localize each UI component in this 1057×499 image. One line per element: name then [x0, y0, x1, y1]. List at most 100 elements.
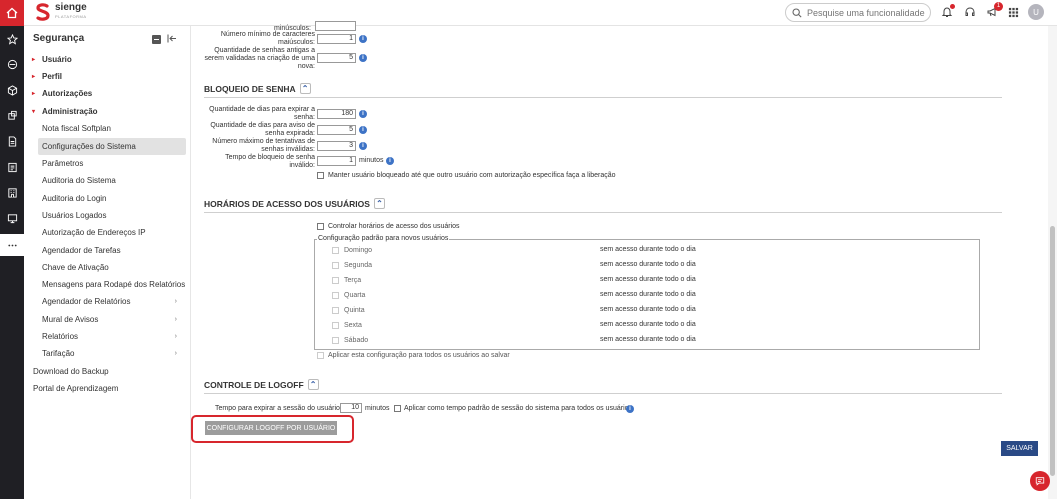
- sidebar-item-autorizacoes[interactable]: ▸ Autorizações: [24, 85, 186, 102]
- sidebar-item-parametros[interactable]: Parâmetros: [24, 155, 186, 172]
- sidebar-item-portal-aprendizagem[interactable]: Portal de Aprendizagem: [24, 380, 186, 397]
- session-time-input[interactable]: 10: [340, 403, 362, 413]
- save-button[interactable]: SALVAR: [1001, 441, 1038, 456]
- sidebar-item-autorizacao-ip[interactable]: Autorização de Endereços IP: [24, 224, 186, 241]
- day-checkbox[interactable]: [332, 291, 339, 299]
- chat-icon[interactable]: [1030, 471, 1050, 491]
- day-row-terca: Terça: [332, 275, 361, 285]
- day-checkbox[interactable]: [332, 336, 339, 344]
- day-checkbox[interactable]: [332, 306, 339, 314]
- sidebar-title: Segurança: [33, 33, 85, 44]
- engineering-icon[interactable]: [0, 104, 24, 126]
- app-rail: [0, 0, 24, 499]
- day-checkbox[interactable]: [332, 321, 339, 329]
- divider: [204, 393, 1002, 394]
- configure-logoff-button[interactable]: CONFIGURAR LOGOFF POR USUÁRIO: [205, 421, 337, 435]
- warn-days-input[interactable]: 5: [317, 125, 356, 135]
- apply-all-checkbox[interactable]: [317, 352, 324, 359]
- sidebar-item-auditoria-login[interactable]: Auditoria do Login: [24, 190, 186, 207]
- sidebar-item-label: Autorizações: [42, 89, 93, 98]
- sidebar-item-configuracoes-sistema[interactable]: Configurações do Sistema: [38, 138, 186, 155]
- sidebar-item-relatorios[interactable]: Relatórios ›: [24, 328, 186, 345]
- info-icon[interactable]: i: [359, 35, 367, 43]
- search-input[interactable]: [807, 7, 927, 18]
- dock-sidebar-icon[interactable]: [167, 34, 177, 45]
- chevron-right-icon: ›: [174, 298, 177, 305]
- dollar-icon[interactable]: [0, 53, 24, 75]
- sidebar-item-label: Tarifação: [42, 349, 75, 358]
- min-upper-input[interactable]: 1: [317, 34, 356, 44]
- document-icon[interactable]: [0, 130, 24, 152]
- sidebar-item-label: Usuário: [42, 55, 72, 64]
- sidebar-item-label: Auditoria do Sistema: [42, 176, 116, 185]
- block-time-input[interactable]: 1: [317, 156, 356, 166]
- sidebar-item-chave-ativacao[interactable]: Chave de Ativação: [24, 259, 186, 276]
- sidebar-item-nota-fiscal[interactable]: Nota fiscal Softplan: [24, 120, 186, 137]
- password-history-input[interactable]: 5: [317, 53, 356, 63]
- info-icon[interactable]: i: [386, 157, 394, 165]
- info-icon[interactable]: i: [359, 110, 367, 118]
- home-icon[interactable]: [0, 0, 24, 26]
- sidebar-item-agendador-relatorios[interactable]: Agendador de Relatórios ›: [24, 293, 186, 310]
- day-status: sem acesso durante todo o dia: [600, 246, 696, 253]
- sidebar-item-tarifacao[interactable]: Tarifação ›: [24, 345, 186, 362]
- megaphone-icon[interactable]: 1: [985, 2, 1003, 19]
- collapse-section-icon[interactable]: ⌃: [373, 198, 385, 209]
- day-checkbox[interactable]: [332, 276, 339, 284]
- day-checkbox[interactable]: [332, 246, 339, 254]
- section-title-logoff: CONTROLE DE LOGOFF ⌃: [204, 379, 319, 390]
- building-icon[interactable]: [0, 181, 24, 203]
- star-icon[interactable]: [0, 28, 24, 50]
- scrollbar[interactable]: [1048, 26, 1057, 499]
- day-row-domingo: Domingo: [332, 245, 372, 255]
- brand-name: sienge: [55, 2, 87, 13]
- keep-blocked-checkbox[interactable]: [317, 172, 324, 179]
- monitor-icon[interactable]: [0, 207, 24, 229]
- sidebar-item-label: Administração: [42, 107, 98, 116]
- headset-icon[interactable]: [963, 5, 977, 19]
- search-box[interactable]: [785, 3, 931, 22]
- sidebar-item-usuarios-logados[interactable]: Usuários Logados: [24, 207, 186, 224]
- sidebar-item-usuario[interactable]: ▸ Usuário: [24, 51, 186, 68]
- collapse-section-icon[interactable]: ⌃: [307, 379, 319, 390]
- sidebar-item-administracao[interactable]: ▾ Administração: [24, 103, 186, 120]
- day-status: sem acesso durante todo o dia: [600, 336, 696, 343]
- block-time-unit: minutos: [359, 157, 384, 164]
- max-attempts-input[interactable]: 3: [317, 141, 356, 151]
- divider: [204, 97, 1002, 98]
- chevron-right-icon: ›: [174, 333, 177, 340]
- sidebar-item-label: Agendador de Tarefas: [42, 246, 121, 255]
- chevron-right-icon: ›: [174, 316, 177, 323]
- more-icon[interactable]: [0, 234, 24, 256]
- day-label: Segunda: [344, 261, 373, 269]
- min-lower-input[interactable]: [315, 21, 356, 31]
- apply-default-session-checkbox[interactable]: [394, 405, 401, 412]
- info-icon[interactable]: i: [359, 142, 367, 150]
- bell-icon[interactable]: [940, 4, 955, 19]
- scrollbar-thumb[interactable]: [1050, 226, 1055, 476]
- control-hours-checkbox[interactable]: [317, 223, 324, 230]
- expire-days-input[interactable]: 180: [317, 109, 356, 119]
- day-checkbox[interactable]: [332, 261, 339, 269]
- report-icon[interactable]: [0, 156, 24, 178]
- day-label: Sábado: [344, 336, 369, 344]
- avatar[interactable]: U: [1028, 4, 1044, 20]
- sidebar-item-label: Mural de Avisos: [42, 315, 99, 324]
- info-icon[interactable]: i: [359, 126, 367, 134]
- sidebar-item-agendador-tarefas[interactable]: Agendador de Tarefas: [24, 242, 186, 259]
- session-time-label: Tempo para expirar a sessão do usuário*:: [215, 405, 345, 412]
- info-icon[interactable]: i: [359, 54, 367, 62]
- divider: [204, 212, 1002, 213]
- sidebar-item-mural-avisos[interactable]: Mural de Avisos ›: [24, 311, 186, 328]
- apps-grid-icon[interactable]: [1006, 5, 1020, 19]
- box-icon[interactable]: [0, 79, 24, 101]
- caret-right-icon: ▸: [32, 91, 36, 97]
- collapse-section-icon[interactable]: ⌃: [299, 83, 311, 94]
- brand-logo[interactable]: sienge PLATAFORMA: [35, 3, 87, 21]
- sidebar-item-perfil[interactable]: ▸ Perfil: [24, 68, 186, 85]
- sidebar-item-auditoria-sistema[interactable]: Auditoria do Sistema: [24, 172, 186, 189]
- sidebar-item-download-backup[interactable]: Download do Backup: [24, 363, 186, 380]
- info-icon[interactable]: i: [626, 405, 634, 413]
- collapse-all-icon[interactable]: [152, 35, 161, 44]
- sidebar-item-mensagens-rodape[interactable]: Mensagens para Rodapé dos Relatórios: [24, 276, 186, 293]
